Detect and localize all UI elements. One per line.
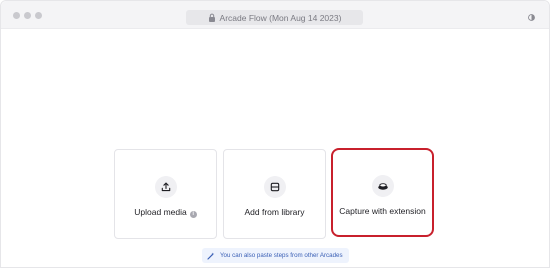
capture-with-extension-label: Capture with extension: [339, 206, 426, 216]
upload-icon: [161, 182, 170, 192]
paste-steps-hint-text: You can also paste steps from other Arca…: [220, 252, 343, 259]
address-bar-title: Arcade Flow (Mon Aug 14 2023): [219, 12, 342, 23]
minimize-window-dot[interactable]: [24, 12, 31, 19]
upload-icon-circle: [154, 176, 177, 198]
extension-icon-circle: [371, 175, 394, 197]
address-bar[interactable]: Arcade Flow (Mon Aug 14 2023): [186, 10, 363, 25]
upload-media-card[interactable]: Upload media i: [114, 149, 217, 239]
add-from-library-card[interactable]: Add from library: [223, 149, 326, 239]
upload-media-label: Upload media i: [115, 207, 216, 218]
paste-steps-hint[interactable]: You can also paste steps from other Arca…: [202, 248, 349, 263]
magic-wand-icon: [207, 252, 215, 260]
close-window-dot[interactable]: [13, 12, 20, 19]
browser-window: Arcade Flow (Mon Aug 14 2023) Upload med…: [0, 0, 550, 268]
capture-with-extension-card[interactable]: Capture with extension: [331, 148, 434, 237]
library-icon: [270, 182, 279, 192]
library-icon-circle: [263, 176, 286, 198]
extension-icon: [377, 183, 388, 190]
info-icon[interactable]: i: [189, 211, 197, 218]
theme-toggle-icon[interactable]: [528, 14, 535, 21]
maximize-window-dot[interactable]: [35, 12, 42, 19]
add-from-library-label: Add from library: [244, 207, 305, 217]
window-titlebar: Arcade Flow (Mon Aug 14 2023): [1, 1, 549, 29]
lock-icon: [208, 13, 215, 22]
